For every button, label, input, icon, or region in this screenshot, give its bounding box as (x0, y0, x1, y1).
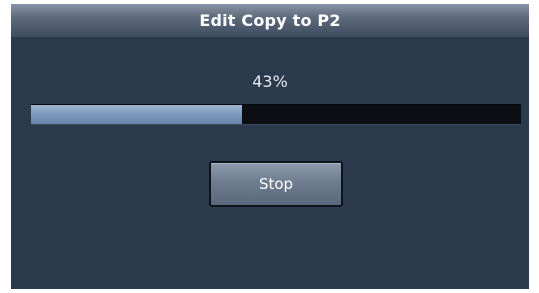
progress-bar-fill (31, 105, 242, 124)
copy-progress-dialog: Edit Copy to P2 43% Stop (11, 4, 529, 289)
progress-percent-label: 43% (252, 72, 288, 91)
progress-bar (31, 104, 521, 125)
dialog-titlebar: Edit Copy to P2 (11, 4, 529, 37)
dialog-title: Edit Copy to P2 (199, 11, 341, 30)
stop-button-label: Stop (258, 175, 294, 193)
stop-button[interactable]: Stop (209, 161, 343, 207)
